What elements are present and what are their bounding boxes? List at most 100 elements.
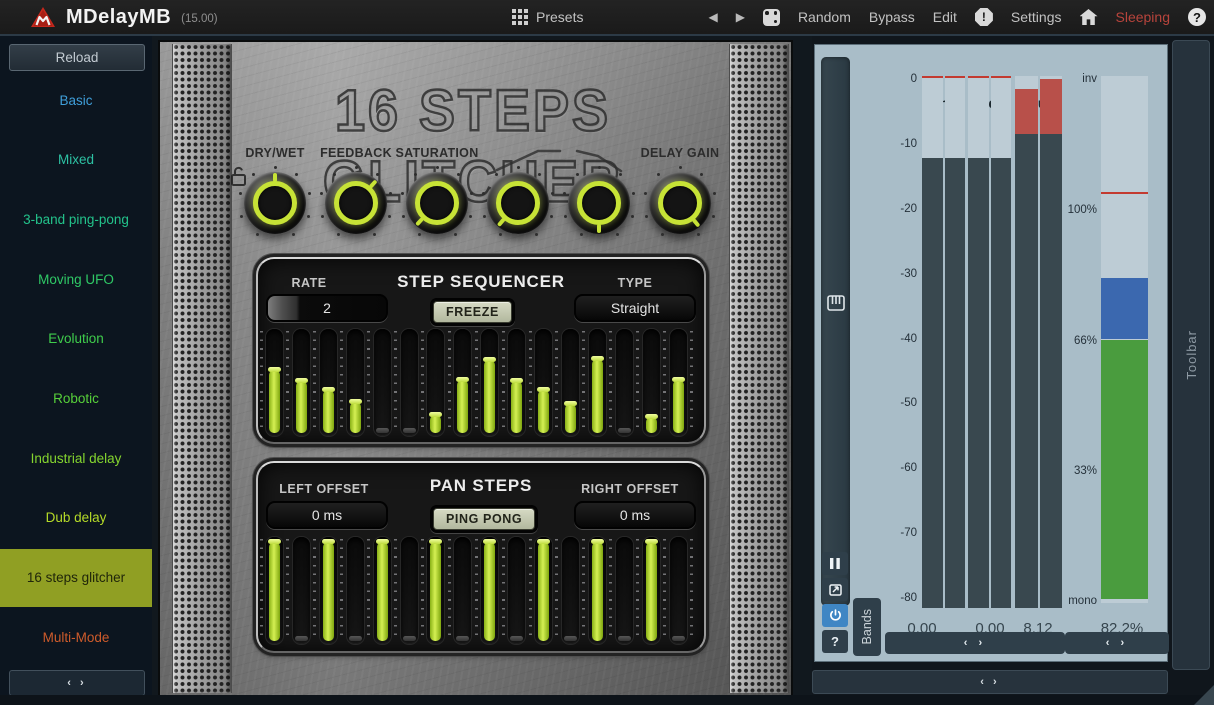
detach-window-button[interactable] — [822, 578, 848, 601]
sidebar-item-robotic[interactable]: Robotic — [0, 370, 152, 428]
right-offset-field[interactable]: 0 ms — [574, 501, 696, 529]
step-slider-6[interactable] — [401, 329, 418, 436]
knob-dot — [657, 173, 660, 176]
step-slider-12[interactable] — [562, 329, 579, 436]
rate-field[interactable]: 2 — [266, 294, 388, 322]
slider-thumb — [645, 414, 658, 419]
bypass-button[interactable]: Bypass — [869, 9, 915, 25]
step-sequencer-sliders — [266, 329, 696, 436]
knob-dot — [414, 173, 417, 176]
step-slider-1[interactable] — [266, 329, 283, 436]
sidebar-item-mixed[interactable]: Mixed — [0, 131, 152, 189]
preset-back-button[interactable]: ◀ — [708, 10, 717, 24]
step-slider-7[interactable] — [427, 329, 444, 436]
sidebar-item-dub-delay[interactable]: Dub delay — [0, 489, 152, 547]
pan-slider-6[interactable] — [401, 537, 418, 644]
pan-slider-15[interactable] — [643, 537, 660, 644]
sidebar-item-multi-mode[interactable]: Multi-Mode — [0, 608, 152, 666]
bands-button[interactable]: Bands — [853, 598, 881, 656]
pan-slider-16[interactable] — [670, 537, 687, 644]
knob-dot — [645, 215, 648, 218]
step-slider-15[interactable] — [643, 329, 660, 436]
left-offset-field[interactable]: 0 ms — [266, 501, 388, 529]
knob-label-2: SATURATION — [392, 146, 482, 162]
sidebar-item-moving-ufo[interactable]: Moving UFO — [0, 250, 152, 308]
pan-slider-5[interactable] — [374, 537, 391, 644]
knob-saturation[interactable] — [406, 172, 468, 234]
pause-button[interactable] — [822, 552, 848, 575]
toolbar-tab[interactable]: Toolbar — [1172, 40, 1210, 670]
step-slider-16[interactable] — [670, 329, 687, 436]
randomize-dice-icon[interactable] — [763, 9, 780, 26]
pan-slider-1[interactable] — [266, 537, 283, 644]
pan-slider-14[interactable] — [616, 537, 633, 644]
step-slider-10[interactable] — [508, 329, 525, 436]
knob-3[interactable] — [487, 172, 549, 234]
step-slider-8[interactable] — [454, 329, 471, 436]
app-version: (15.00) — [181, 13, 217, 25]
pan-slider-7[interactable] — [427, 537, 444, 644]
keyboard-icon[interactable] — [827, 295, 845, 311]
pan-slider-4[interactable] — [347, 537, 364, 644]
knob-feedback[interactable] — [325, 172, 387, 234]
pan-slider-3[interactable] — [320, 537, 337, 644]
knob-dot — [644, 192, 647, 195]
sidebar-item-16-steps-glitcher[interactable]: 16 steps glitcher — [0, 549, 152, 607]
sidebar-item-evolution[interactable]: Evolution — [0, 310, 152, 368]
pan-slider-11[interactable] — [535, 537, 552, 644]
knob-4[interactable] — [568, 172, 630, 234]
pan-slider-2[interactable] — [293, 537, 310, 644]
type-field[interactable]: Straight — [574, 294, 696, 322]
step-slider-3[interactable] — [320, 329, 337, 436]
bottom-bar — [0, 695, 1214, 705]
edit-button[interactable]: Edit — [933, 9, 957, 25]
sidebar-item-industrial-delay[interactable]: Industrial delay — [0, 429, 152, 487]
step-slider-9[interactable] — [481, 329, 498, 436]
home-icon[interactable] — [1080, 9, 1098, 25]
preset-forward-button[interactable]: ▶ — [736, 10, 745, 24]
ping-pong-button[interactable]: PING PONG — [430, 505, 538, 533]
knob-dry-wet[interactable] — [244, 172, 306, 234]
step-slider-5[interactable] — [374, 329, 391, 436]
meter-collapse-button[interactable]: ‹ › — [812, 670, 1168, 694]
step-slider-13[interactable] — [589, 329, 606, 436]
meter-zoom-slider[interactable] — [821, 57, 850, 606]
freeze-button[interactable]: FREEZE — [430, 298, 515, 326]
reload-button[interactable]: Reload — [9, 44, 145, 71]
width-scrollbar[interactable]: ‹ › — [1065, 632, 1169, 654]
meter-help-button[interactable]: ? — [822, 630, 848, 653]
step-slider-11[interactable] — [535, 329, 552, 436]
knob-dot — [454, 233, 457, 236]
slider-fill — [430, 415, 441, 433]
sidebar-item-basic[interactable]: Basic — [0, 71, 152, 129]
knob-delay-gain[interactable] — [649, 172, 711, 234]
help-icon[interactable]: ? — [1188, 8, 1206, 26]
pan-slider-10[interactable] — [508, 537, 525, 644]
slider-thumb — [537, 539, 550, 544]
step-slider-2[interactable] — [293, 329, 310, 436]
pan-slider-13[interactable] — [589, 537, 606, 644]
plugin-window: MDelayMB (15.00) Presets ◀ ▶ Random Bypa… — [0, 0, 1214, 705]
meter-fill — [991, 158, 1011, 608]
sidebar-collapse-button[interactable]: ‹ › — [9, 670, 145, 696]
title-bar: MDelayMB (15.00) Presets ◀ ▶ Random Bypa… — [0, 0, 1214, 36]
presets-label: Presets — [536, 9, 583, 25]
pan-slider-8[interactable] — [454, 537, 471, 644]
random-button[interactable]: Random — [798, 9, 851, 25]
pan-slider-9[interactable] — [481, 537, 498, 644]
sidebar-item-3-band-ping-pong[interactable]: 3-band ping-pong — [0, 190, 152, 248]
step-slider-4[interactable] — [347, 329, 364, 436]
pan-slider-12[interactable] — [562, 537, 579, 644]
sleeping-status[interactable]: Sleeping — [1116, 9, 1171, 25]
slider-ticks — [260, 539, 263, 642]
warning-icon[interactable]: ! — [975, 8, 993, 26]
power-button[interactable] — [822, 604, 848, 627]
resize-grip[interactable] — [1194, 685, 1214, 705]
db-scale-label: -50 — [881, 397, 917, 409]
meter-scrollbar[interactable]: ‹ › — [885, 632, 1065, 654]
slider-fill — [646, 542, 657, 641]
presets-button[interactable]: Presets — [512, 0, 583, 34]
settings-button[interactable]: Settings — [1011, 9, 1062, 25]
step-slider-14[interactable] — [616, 329, 633, 436]
knob-dot — [482, 192, 485, 195]
